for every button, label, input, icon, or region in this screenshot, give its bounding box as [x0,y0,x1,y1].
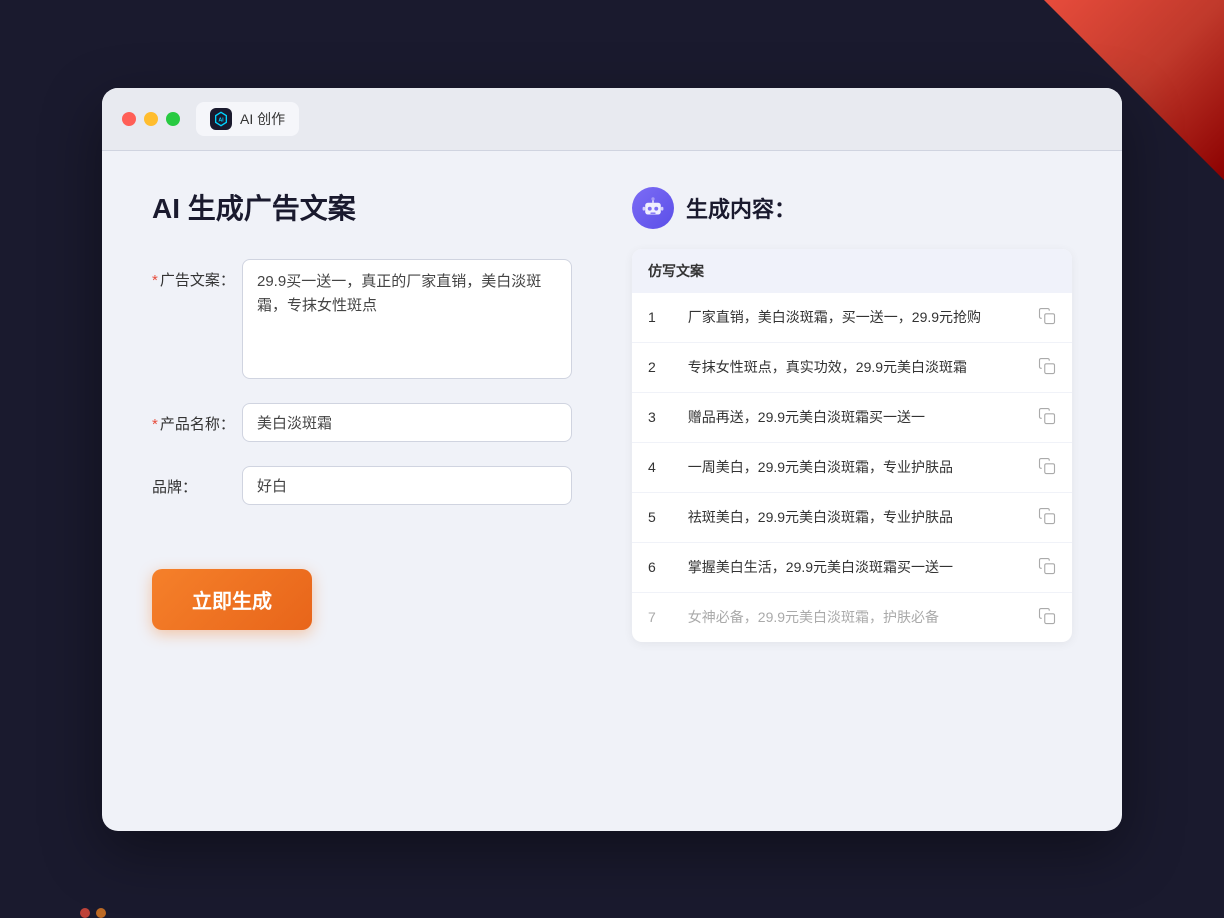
table-row: 1 厂家直销，美白淡斑霜，买一送一，29.9元抢购 [632,293,1072,343]
result-text: 女神必备，29.9元美白淡斑霜，护肤必备 [672,592,1019,642]
window-controls [122,112,180,126]
brand-group: 品牌： [152,466,572,505]
row-number: 7 [632,592,672,642]
row-number: 4 [632,442,672,492]
product-name-input[interactable] [242,403,572,442]
result-text: 专抹女性斑点，真实功效，29.9元美白淡斑霜 [672,342,1019,392]
right-panel: 生成内容： 仿写文案 1 厂家直销，美白淡斑霜，买一送一，29.9元抢购 2 [632,187,1072,795]
left-panel: AI 生成广告文案 *广告文案： *产品名称： 品牌： 立 [152,187,572,795]
ad-copy-input[interactable] [242,259,572,379]
row-number: 6 [632,542,672,592]
dot-decoration [80,908,90,918]
generate-button[interactable]: 立即生成 [152,569,312,630]
page-title: AI 生成广告文案 [152,187,572,227]
required-star: * [152,416,158,433]
table-row: 3 赠品再送，29.9元美白淡斑霜买一送一 [632,392,1072,442]
copy-button[interactable] [1019,492,1072,542]
row-number: 3 [632,392,672,442]
product-name-group: *产品名称： [152,403,572,442]
result-text: 一周美白，29.9元美白淡斑霜，专业护肤品 [672,442,1019,492]
bg-decoration-bottom-left [80,908,106,918]
maximize-window-button[interactable] [166,112,180,126]
row-number: 1 [632,293,672,343]
ad-copy-label: *广告文案： [152,259,242,290]
copy-button[interactable] [1019,392,1072,442]
table-row: 7 女神必备，29.9元美白淡斑霜，护肤必备 [632,592,1072,642]
dot-decoration [96,908,106,918]
title-bar: AI AI 创作 [102,88,1122,151]
main-content: AI 生成广告文案 *广告文案： *产品名称： 品牌： 立 [102,151,1122,831]
copy-button[interactable] [1019,542,1072,592]
result-text: 赠品再送，29.9元美白淡斑霜买一送一 [672,392,1019,442]
results-table: 仿写文案 1 厂家直销，美白淡斑霜，买一送一，29.9元抢购 2 专抹女性斑点，… [632,249,1072,642]
tab-label: AI 创作 [240,109,285,129]
ai-tab-icon: AI [210,108,232,130]
row-number: 2 [632,342,672,392]
brand-input[interactable] [242,466,572,505]
table-row: 5 祛斑美白，29.9元美白淡斑霜，专业护肤品 [632,492,1072,542]
result-text: 厂家直销，美白淡斑霜，买一送一，29.9元抢购 [672,293,1019,343]
required-star: * [152,272,158,289]
browser-window: AI AI 创作 AI 生成广告文案 *广告文案： *产品名称： [102,88,1122,831]
close-window-button[interactable] [122,112,136,126]
table-row: 2 专抹女性斑点，真实功效，29.9元美白淡斑霜 [632,342,1072,392]
copy-button[interactable] [1019,293,1072,343]
copy-button[interactable] [1019,442,1072,492]
result-text: 掌握美白生活，29.9元美白淡斑霜买一送一 [672,542,1019,592]
ad-copy-group: *广告文案： [152,259,572,379]
browser-tab[interactable]: AI AI 创作 [196,102,299,136]
result-text: 祛斑美白，29.9元美白淡斑霜，专业护肤品 [672,492,1019,542]
product-name-label: *产品名称： [152,403,242,434]
right-title: 生成内容： [686,192,796,224]
minimize-window-button[interactable] [144,112,158,126]
table-row: 4 一周美白，29.9元美白淡斑霜，专业护肤品 [632,442,1072,492]
copy-button[interactable] [1019,342,1072,392]
copy-button[interactable] [1019,592,1072,642]
row-number: 5 [632,492,672,542]
table-header: 仿写文案 [632,249,1072,293]
table-row: 6 掌握美白生活，29.9元美白淡斑霜买一送一 [632,542,1072,592]
brand-label: 品牌： [152,466,242,497]
robot-icon [632,187,674,229]
svg-text:AI: AI [218,117,224,123]
right-header: 生成内容： [632,187,1072,229]
